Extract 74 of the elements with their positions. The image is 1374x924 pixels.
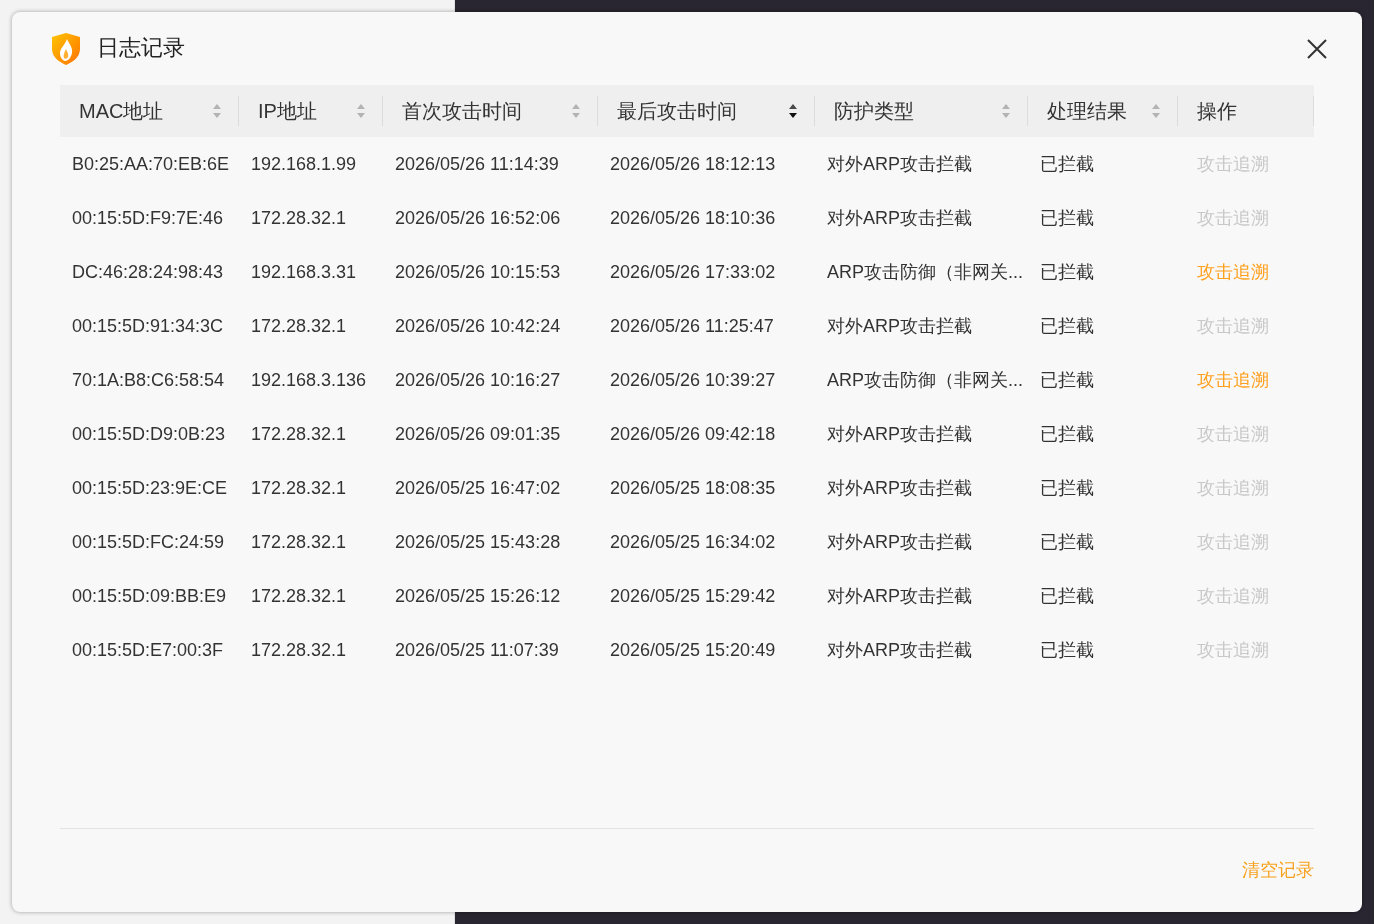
- table-cell-text: 对外ARP攻击拦截: [826, 530, 973, 554]
- table-cell-text: 2026/05/25 18:08:35: [609, 476, 777, 500]
- table-cell-text: 已拦截: [1039, 260, 1095, 284]
- table-cell-text: 172.28.32.1: [250, 422, 348, 446]
- table-cell-text: 172.28.32.1: [250, 530, 348, 554]
- table-cell-text: 2026/05/26 11:25:47: [609, 314, 775, 338]
- table-cell-text: 2026/05/25 15:20:49: [609, 638, 777, 662]
- window-title: 日志记录: [97, 35, 185, 62]
- table-cell-text: 2026/05/25 11:07:39: [394, 638, 560, 662]
- table-cell-text: 2026/05/26 11:14:39: [394, 152, 560, 176]
- table-cell-text: 已拦截: [1039, 422, 1095, 446]
- table-cell-text: 对外ARP攻击拦截: [826, 206, 973, 230]
- table-cell-text: 对外ARP攻击拦截: [826, 584, 973, 608]
- trace-link[interactable]: 攻击追溯: [1197, 366, 1269, 394]
- close-icon: [1307, 38, 1327, 59]
- table-cell-text: 已拦截: [1039, 206, 1095, 230]
- column-header[interactable]: 防护类型: [815, 85, 1028, 137]
- clear-records-button[interactable]: 清空记录: [1242, 858, 1314, 883]
- table-cell-text: 2026/05/26 10:16:27: [394, 368, 562, 392]
- table-cell-text: 2026/05/26 10:15:53: [394, 260, 562, 284]
- table-cell-text: 2026/05/25 15:43:28: [394, 530, 562, 554]
- table-cell-text: 192.168.3.136: [250, 368, 368, 392]
- table-cell-text: 2026/05/26 10:42:24: [394, 314, 562, 338]
- table-cell-text: 2026/05/26 16:52:06: [394, 206, 562, 230]
- table-cell-text: 2026/05/26 18:12:13: [609, 152, 777, 176]
- table-cell-text: 2026/05/26 09:42:18: [609, 422, 777, 446]
- table-cell-text: 2026/05/26 18:10:36: [609, 206, 777, 230]
- table-cell-text: 2026/05/26 17:33:02: [609, 260, 777, 284]
- table-cell-text: 172.28.32.1: [250, 476, 348, 500]
- table-cell-text: ARP攻击防御（非网关...: [826, 260, 1024, 284]
- table-cell-text: 172.28.32.1: [250, 314, 348, 338]
- table-cell-text: B0:25:AA:70:EB:6E: [71, 152, 231, 176]
- table-cell-text: 已拦截: [1039, 530, 1095, 554]
- column-header: 操作: [1178, 85, 1314, 137]
- table-cell-text: 192.168.3.31: [250, 260, 358, 284]
- table-cell-text: 对外ARP攻击拦截: [826, 314, 973, 338]
- table-cell-text: 已拦截: [1039, 584, 1095, 608]
- trace-link[interactable]: 攻击追溯: [1197, 258, 1269, 286]
- table-cell-text: 对外ARP攻击拦截: [826, 152, 973, 176]
- column-header[interactable]: IP地址: [239, 85, 383, 137]
- table-cell-text: 00:15:5D:23:9E:CE: [71, 476, 229, 500]
- table-cell-text: 已拦截: [1039, 638, 1095, 662]
- shield-flame-icon: [52, 32, 80, 65]
- table-cell-text: 2026/05/25 16:34:02: [609, 530, 777, 554]
- close-button[interactable]: [1307, 38, 1327, 59]
- table-cell-text: 00:15:5D:91:34:3C: [71, 314, 225, 338]
- table-cell-text: 2026/05/26 09:01:35: [394, 422, 562, 446]
- table-cell-text: 00:15:5D:F9:7E:46: [71, 206, 225, 230]
- table-cell-text: ARP攻击防御（非网关...: [826, 368, 1024, 392]
- column-header[interactable]: 首次攻击时间: [383, 85, 598, 137]
- table-cell-text: 2026/05/26 10:39:27: [609, 368, 777, 392]
- table-cell-text: 2026/05/25 15:26:12: [394, 584, 562, 608]
- table-cell-text: 172.28.32.1: [250, 206, 348, 230]
- table-cell-text: 对外ARP攻击拦截: [826, 638, 973, 662]
- column-header[interactable]: MAC地址: [60, 85, 239, 137]
- table-cell-text: 2026/05/25 16:47:02: [394, 476, 562, 500]
- table-cell-text: 192.168.1.99: [250, 152, 358, 176]
- table-cell-text: 已拦截: [1039, 314, 1095, 338]
- table-cell-text: 00:15:5D:FC:24:59: [71, 530, 226, 554]
- table-cell-text: 已拦截: [1039, 368, 1095, 392]
- table-cell-text: 172.28.32.1: [250, 638, 348, 662]
- table-cell-text: 00:15:5D:D9:0B:23: [71, 422, 227, 446]
- table-cell-text: 已拦截: [1039, 476, 1095, 500]
- table-cell-text: 00:15:5D:09:BB:E9: [71, 584, 228, 608]
- table-cell-text: 已拦截: [1039, 152, 1095, 176]
- column-header[interactable]: 处理结果: [1028, 85, 1178, 137]
- table-cell-text: DC:46:28:24:98:43: [71, 260, 225, 284]
- table-cell-text: 00:15:5D:E7:00:3F: [71, 638, 225, 662]
- table-cell-text: 70:1A:B8:C6:58:54: [71, 368, 226, 392]
- table-cell-text: 172.28.32.1: [250, 584, 348, 608]
- table-cell-text: 对外ARP攻击拦截: [826, 422, 973, 446]
- table-cell-text: 2026/05/25 15:29:42: [609, 584, 777, 608]
- column-header[interactable]: 最后攻击时间: [598, 85, 815, 137]
- table-cell-text: 对外ARP攻击拦截: [826, 476, 973, 500]
